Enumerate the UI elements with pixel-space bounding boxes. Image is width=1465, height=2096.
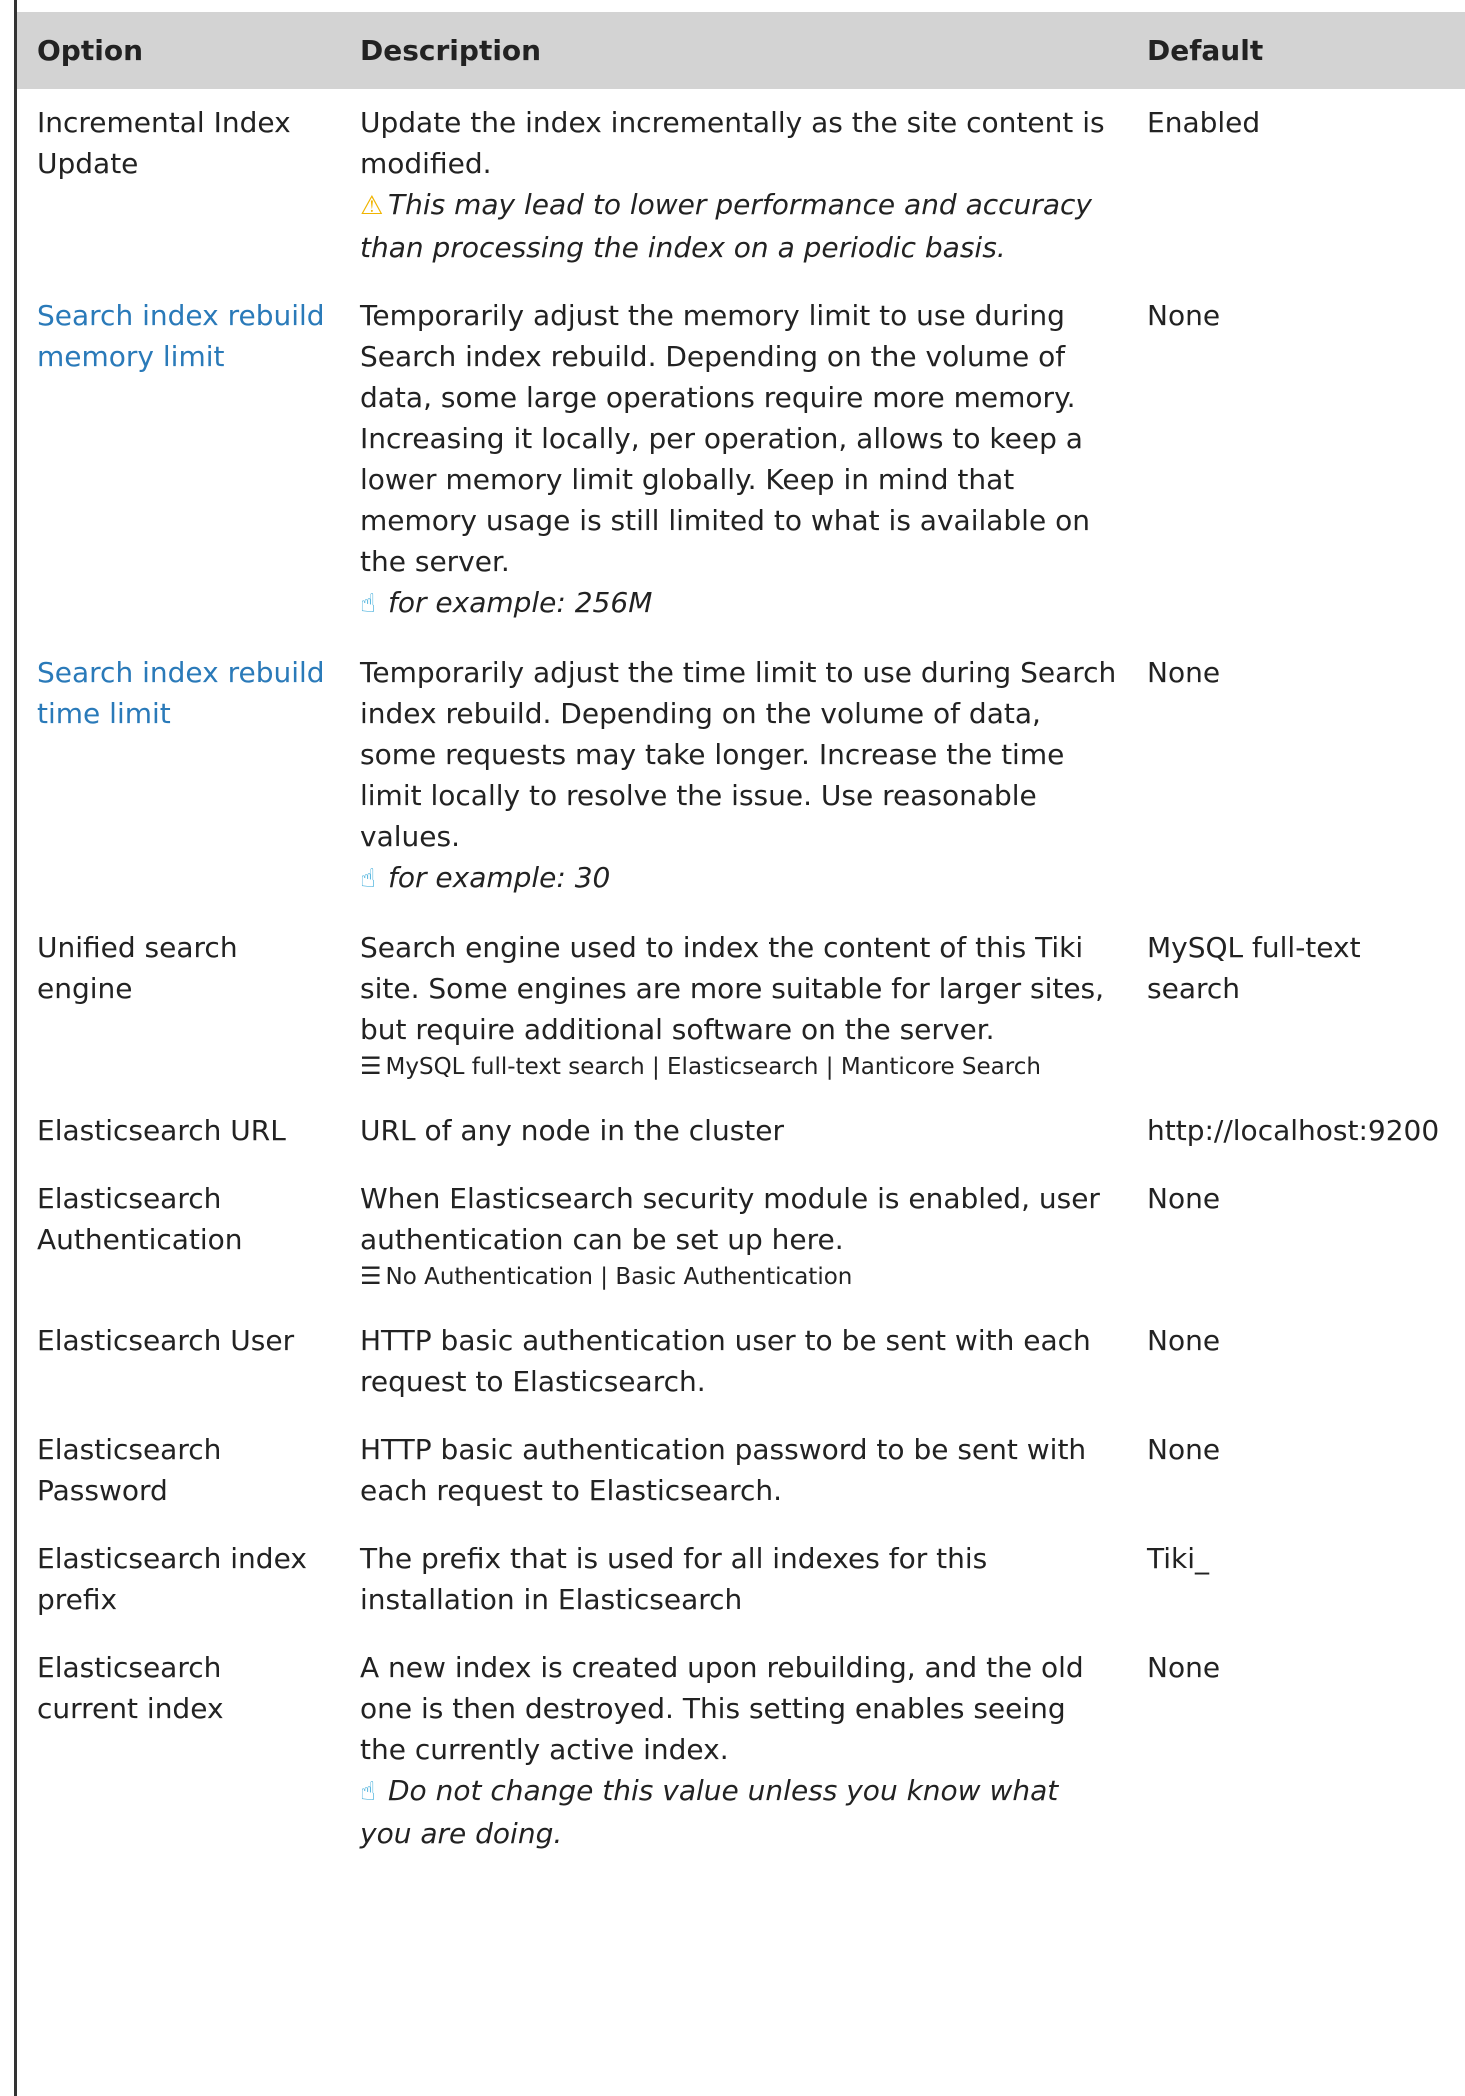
description-text: A new index is created upon rebuilding, … — [360, 1651, 1084, 1766]
option-cell: Incremental Index Update — [17, 89, 340, 282]
description-cell: Search engine used to index the content … — [340, 914, 1127, 1097]
description-text: Update the index incrementally as the si… — [360, 106, 1105, 180]
pointing-hand-icon: ☝ — [360, 589, 376, 619]
table-header: Option Description Default — [17, 12, 1465, 89]
default-value: None — [1147, 1651, 1221, 1684]
option-cell: Elasticsearch current index — [17, 1634, 340, 1868]
default-value: Tiki_ — [1147, 1542, 1210, 1575]
header-default: Default — [1147, 34, 1264, 67]
default-cell: None — [1127, 1416, 1465, 1525]
option-label: Elasticsearch URL — [37, 1114, 286, 1147]
default-value: None — [1147, 1182, 1221, 1215]
default-cell: http://localhost:9200 — [1127, 1097, 1465, 1165]
default-cell: MySQL full-text search — [1127, 914, 1465, 1097]
default-value: None — [1147, 656, 1221, 689]
description-cell: Update the index incrementally as the si… — [340, 89, 1127, 282]
option-cell: Search index rebuild memory limit — [17, 282, 340, 639]
default-value: None — [1147, 299, 1221, 332]
option-label: Elasticsearch Authentication — [37, 1182, 243, 1256]
description-cell: Temporarily adjust the memory limit to u… — [340, 282, 1127, 639]
table-row: Elasticsearch Password HTTP basic authent… — [17, 1416, 1465, 1525]
option-link[interactable]: Search index rebuild memory limit — [37, 299, 325, 373]
default-value: None — [1147, 1324, 1221, 1357]
default-cell: None — [1127, 639, 1465, 914]
default-value: Enabled — [1147, 106, 1261, 139]
default-value: None — [1147, 1433, 1221, 1466]
description-cell: URL of any node in the cluster — [340, 1097, 1127, 1165]
description-note: ☝ for example: 30 — [360, 857, 1117, 900]
options-list: ☰ MySQL full-text search | Elasticsearch … — [360, 1050, 1117, 1083]
default-cell: None — [1127, 1165, 1465, 1307]
pointing-hand-icon: ☝ — [360, 864, 376, 894]
table-row: Elasticsearch URL URL of any node in the … — [17, 1097, 1465, 1165]
description-text: URL of any node in the cluster — [360, 1114, 784, 1147]
preferences-page: Option Description Default Incremental I… — [0, 0, 1465, 2096]
description-cell: The prefix that is used for all indexes … — [340, 1525, 1127, 1634]
list-icon: ☰ — [360, 1262, 382, 1290]
option-cell: Elasticsearch Password — [17, 1416, 340, 1525]
option-cell: Elasticsearch index prefix — [17, 1525, 340, 1634]
pointing-hand-icon: ☝ — [360, 1777, 376, 1807]
note-text: Do not change this value unless you know… — [360, 1774, 1059, 1850]
option-cell: Elasticsearch User — [17, 1307, 340, 1416]
table-row: Search index rebuild memory limit Tempora… — [17, 282, 1465, 639]
table-row: Elasticsearch current index A new index i… — [17, 1634, 1465, 1868]
table-row: Elasticsearch User HTTP basic authenticat… — [17, 1307, 1465, 1416]
table-row: Search index rebuild time limit Temporari… — [17, 639, 1465, 914]
option-cell: Unified search engine — [17, 914, 340, 1097]
option-label: Elasticsearch index prefix — [37, 1542, 307, 1616]
description-text: The prefix that is used for all indexes … — [360, 1542, 988, 1616]
description-note: ☝ for example: 256M — [360, 582, 1117, 625]
note-text: for example: 30 — [388, 861, 611, 894]
option-cell: Elasticsearch Authentication — [17, 1165, 340, 1307]
description-cell: HTTP basic authentication user to be sen… — [340, 1307, 1127, 1416]
description-text: Temporarily adjust the memory limit to u… — [360, 299, 1090, 578]
options-list-text: MySQL full-text search | Elasticsearch |… — [385, 1054, 1041, 1080]
option-cell: Elasticsearch URL — [17, 1097, 340, 1165]
option-label: Incremental Index Update — [37, 106, 291, 180]
option-label: Unified search engine — [37, 931, 238, 1005]
list-icon: ☰ — [360, 1052, 382, 1080]
default-cell: Enabled — [1127, 89, 1465, 282]
description-note: ⚠ This may lead to lower performance and … — [360, 184, 1117, 268]
description-cell: Temporarily adjust the time limit to use… — [340, 639, 1127, 914]
warning-icon: ⚠ — [360, 191, 384, 221]
preferences-table: Option Description Default Incremental I… — [17, 12, 1465, 1868]
option-label: Elasticsearch User — [37, 1324, 295, 1357]
description-text: HTTP basic authentication user to be sen… — [360, 1324, 1091, 1398]
option-label: Elasticsearch current index — [37, 1651, 224, 1725]
default-cell: None — [1127, 1634, 1465, 1868]
option-link[interactable]: Search index rebuild time limit — [37, 656, 325, 730]
options-list: ☰ No Authentication | Basic Authenticatio… — [360, 1260, 1117, 1293]
table-row: Elasticsearch index prefix The prefix tha… — [17, 1525, 1465, 1634]
table-row: Incremental Index Update Update the index… — [17, 89, 1465, 282]
option-label: Elasticsearch Password — [37, 1433, 222, 1507]
description-text: When Elasticsearch security module is en… — [360, 1182, 1100, 1256]
header-option: Option — [37, 34, 143, 67]
table-row: Elasticsearch Authentication When Elastic… — [17, 1165, 1465, 1307]
default-cell: None — [1127, 1307, 1465, 1416]
default-value: http://localhost:9200 — [1147, 1114, 1440, 1147]
options-list-text: No Authentication | Basic Authentication — [385, 1264, 853, 1290]
description-cell: A new index is created upon rebuilding, … — [340, 1634, 1127, 1868]
description-text: Search engine used to index the content … — [360, 931, 1105, 1046]
default-cell: None — [1127, 282, 1465, 639]
note-text: This may lead to lower performance and a… — [360, 188, 1092, 264]
table-body: Incremental Index Update Update the index… — [17, 89, 1465, 1868]
description-text: HTTP basic authentication password to be… — [360, 1433, 1087, 1507]
header-row: Option Description Default — [17, 12, 1465, 89]
option-cell: Search index rebuild time limit — [17, 639, 340, 914]
description-note: ☝ Do not change this value unless you kno… — [360, 1770, 1117, 1854]
description-text: Temporarily adjust the time limit to use… — [360, 656, 1117, 853]
default-value: MySQL full-text search — [1147, 931, 1361, 1005]
description-cell: When Elasticsearch security module is en… — [340, 1165, 1127, 1307]
default-cell: Tiki_ — [1127, 1525, 1465, 1634]
top-strip — [17, 0, 1465, 12]
header-description: Description — [360, 34, 542, 67]
description-cell: HTTP basic authentication password to be… — [340, 1416, 1127, 1525]
note-text: for example: 256M — [388, 586, 653, 619]
table-row: Unified search engine Search engine used … — [17, 914, 1465, 1097]
